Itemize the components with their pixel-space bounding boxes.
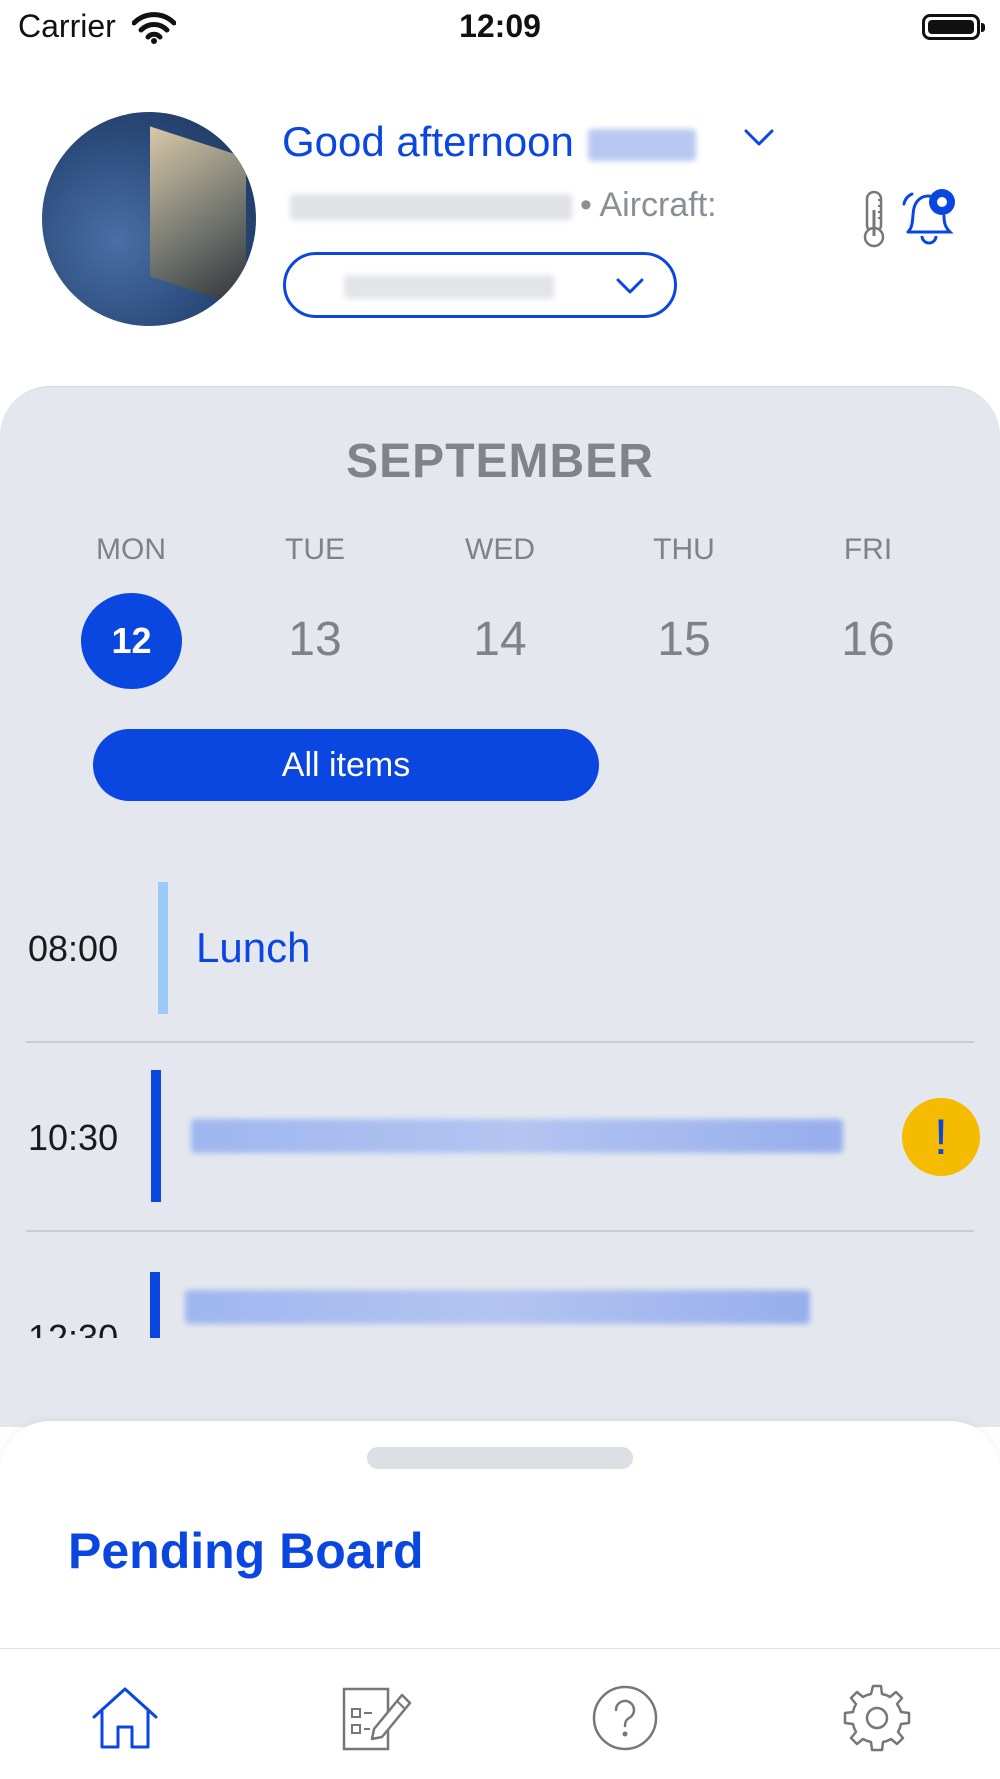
event-time: 12:30: [28, 1317, 119, 1338]
checklist-edit-icon[interactable]: [340, 1681, 414, 1755]
warning-icon[interactable]: !: [902, 1098, 980, 1176]
event-time: 08:00: [28, 928, 119, 969]
chevron-down-icon[interactable]: [742, 126, 776, 150]
day-label-mon: MON: [96, 533, 166, 566]
day-16[interactable]: 16: [808, 612, 928, 667]
day-15[interactable]: 15: [624, 612, 744, 667]
aircraft-label: • Aircraft:: [580, 186, 717, 224]
event-title-redacted[interactable]: [185, 1290, 810, 1324]
status-bar: Carrier 12:09: [0, 0, 1000, 60]
month-title: SEPTEMBER: [346, 435, 654, 488]
role-redacted: [290, 194, 572, 221]
role-aircraft-line: • Aircraft:: [290, 186, 717, 225]
avatar[interactable]: [42, 112, 256, 326]
status-time: 12:09: [459, 8, 541, 44]
day-13[interactable]: 13: [255, 612, 375, 667]
battery-icon: [922, 14, 985, 40]
pending-board-title[interactable]: Pending Board: [68, 1522, 424, 1580]
all-items-button[interactable]: All items: [93, 729, 599, 801]
day-label-wed: WED: [465, 533, 535, 566]
aircraft-value-redacted: [344, 275, 554, 299]
home-icon[interactable]: [88, 1681, 162, 1755]
event-time: 10:30: [28, 1117, 119, 1158]
chevron-down-icon: [616, 278, 644, 294]
day-12-selected[interactable]: 12: [81, 593, 182, 689]
divider: [26, 1230, 974, 1232]
settings-gear-icon[interactable]: [840, 1681, 914, 1755]
event-bar: [158, 882, 168, 1014]
event-bar: [150, 1272, 160, 1338]
day-label-fri: FRI: [843, 533, 893, 566]
sheet-grabber[interactable]: [367, 1447, 633, 1469]
event-title-lunch[interactable]: Lunch: [196, 924, 310, 972]
greeting-text: Good afternoon: [282, 118, 574, 165]
event-row-clipped: 12:30: [0, 1265, 1000, 1338]
aircraft-select[interactable]: [283, 252, 677, 318]
bell-notification-icon[interactable]: [898, 186, 960, 248]
day-label-tue: TUE: [285, 533, 345, 566]
help-icon[interactable]: [588, 1681, 662, 1755]
day-label-thu: THU: [653, 533, 715, 566]
user-name-redacted: [587, 128, 696, 161]
divider: [26, 1041, 974, 1043]
thermometer-icon[interactable]: [860, 190, 888, 248]
event-title-redacted[interactable]: [191, 1119, 843, 1153]
day-14[interactable]: 14: [440, 612, 560, 667]
event-bar: [151, 1070, 161, 1202]
greeting[interactable]: Good afternoon: [282, 118, 696, 166]
